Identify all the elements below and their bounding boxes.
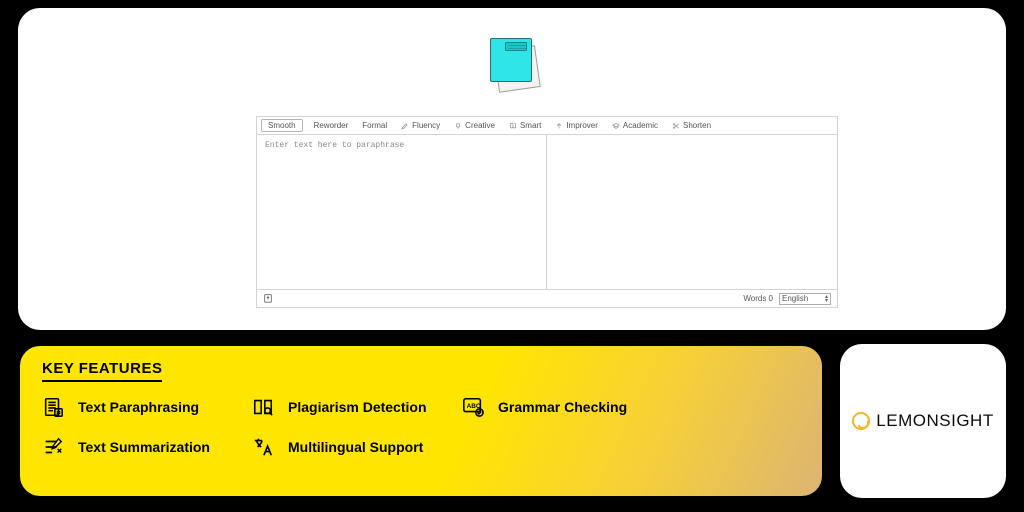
input-textarea[interactable]: Enter text here to paraphrase: [257, 135, 547, 289]
feature-label: Text Summarization: [78, 439, 210, 455]
feature-label: Grammar Checking: [498, 399, 627, 415]
feature-label: Multilingual Support: [288, 439, 423, 455]
tab-smart[interactable]: Smart: [506, 120, 544, 131]
tab-smooth[interactable]: Smooth: [261, 119, 303, 132]
paraphrase-editor: Smooth Reworder Formal Fluency Creative: [256, 116, 838, 308]
feature-text-paraphrasing: Text Paraphrasing: [42, 396, 252, 418]
book-search-icon: [252, 396, 274, 418]
stepper-arrows-icon: ▴▾: [825, 295, 828, 303]
tab-label: Smart: [520, 121, 541, 130]
feature-multilingual-support: Multilingual Support: [252, 436, 462, 458]
pen-icon: [401, 122, 409, 130]
abc-check-icon: ABC: [462, 396, 484, 418]
tab-reworder[interactable]: Reworder: [311, 120, 352, 131]
tab-shorten[interactable]: Shorten: [669, 120, 714, 131]
feature-grammar-checking: ABC Grammar Checking: [462, 396, 672, 418]
key-features-card: KEY FEATURES Text Paraphrasing Plagiaris…: [18, 344, 824, 498]
output-pane: [547, 135, 837, 289]
feature-text-summarization: Text Summarization: [42, 436, 252, 458]
grad-icon: [612, 122, 620, 130]
upload-icon[interactable]: [263, 296, 273, 305]
input-placeholder: Enter text here to paraphrase: [257, 135, 546, 156]
features-title: KEY FEATURES: [42, 360, 162, 382]
tab-label: Formal: [362, 121, 387, 130]
feature-plagiarism-detection: Plagiarism Detection: [252, 396, 462, 418]
document-icon: [42, 396, 64, 418]
lemonsight-logo-icon: [852, 412, 870, 430]
mode-tabs: Smooth Reworder Formal Fluency Creative: [257, 117, 837, 135]
tab-improver[interactable]: Improver: [552, 120, 601, 131]
cut-icon: [672, 122, 680, 130]
tab-label: Fluency: [412, 121, 440, 130]
tab-creative[interactable]: Creative: [451, 120, 498, 131]
tab-fluency[interactable]: Fluency: [398, 120, 443, 131]
translate-icon: [252, 436, 274, 458]
features-grid: Text Paraphrasing Plagiarism Detection A…: [42, 396, 800, 458]
language-select[interactable]: English ▴▾: [779, 293, 831, 305]
brain-icon: [509, 122, 517, 130]
brand-card: LEMONSIGHT: [840, 344, 1006, 498]
tab-formal[interactable]: Formal: [359, 120, 390, 131]
app-preview-card: Smooth Reworder Formal Fluency Creative: [18, 8, 1006, 330]
editor-footer: Words 0 English ▴▾: [257, 289, 837, 307]
tab-academic[interactable]: Academic: [609, 120, 661, 131]
app-logo-icon: [484, 36, 540, 92]
tab-label: Reworder: [314, 121, 349, 130]
bulb-icon: [454, 122, 462, 130]
editor-panes: Enter text here to paraphrase: [257, 135, 837, 289]
tab-label: Creative: [465, 121, 495, 130]
summary-icon: [42, 436, 64, 458]
tab-label: Academic: [623, 121, 658, 130]
language-selected: English: [782, 294, 808, 303]
tab-label: Improver: [566, 121, 598, 130]
up-icon: [555, 122, 563, 130]
word-count: Words 0: [743, 294, 773, 303]
tab-label: Smooth: [268, 121, 296, 130]
tab-label: Shorten: [683, 121, 711, 130]
feature-label: Plagiarism Detection: [288, 399, 427, 415]
brand-name: LEMONSIGHT: [876, 411, 993, 431]
feature-label: Text Paraphrasing: [78, 399, 199, 415]
